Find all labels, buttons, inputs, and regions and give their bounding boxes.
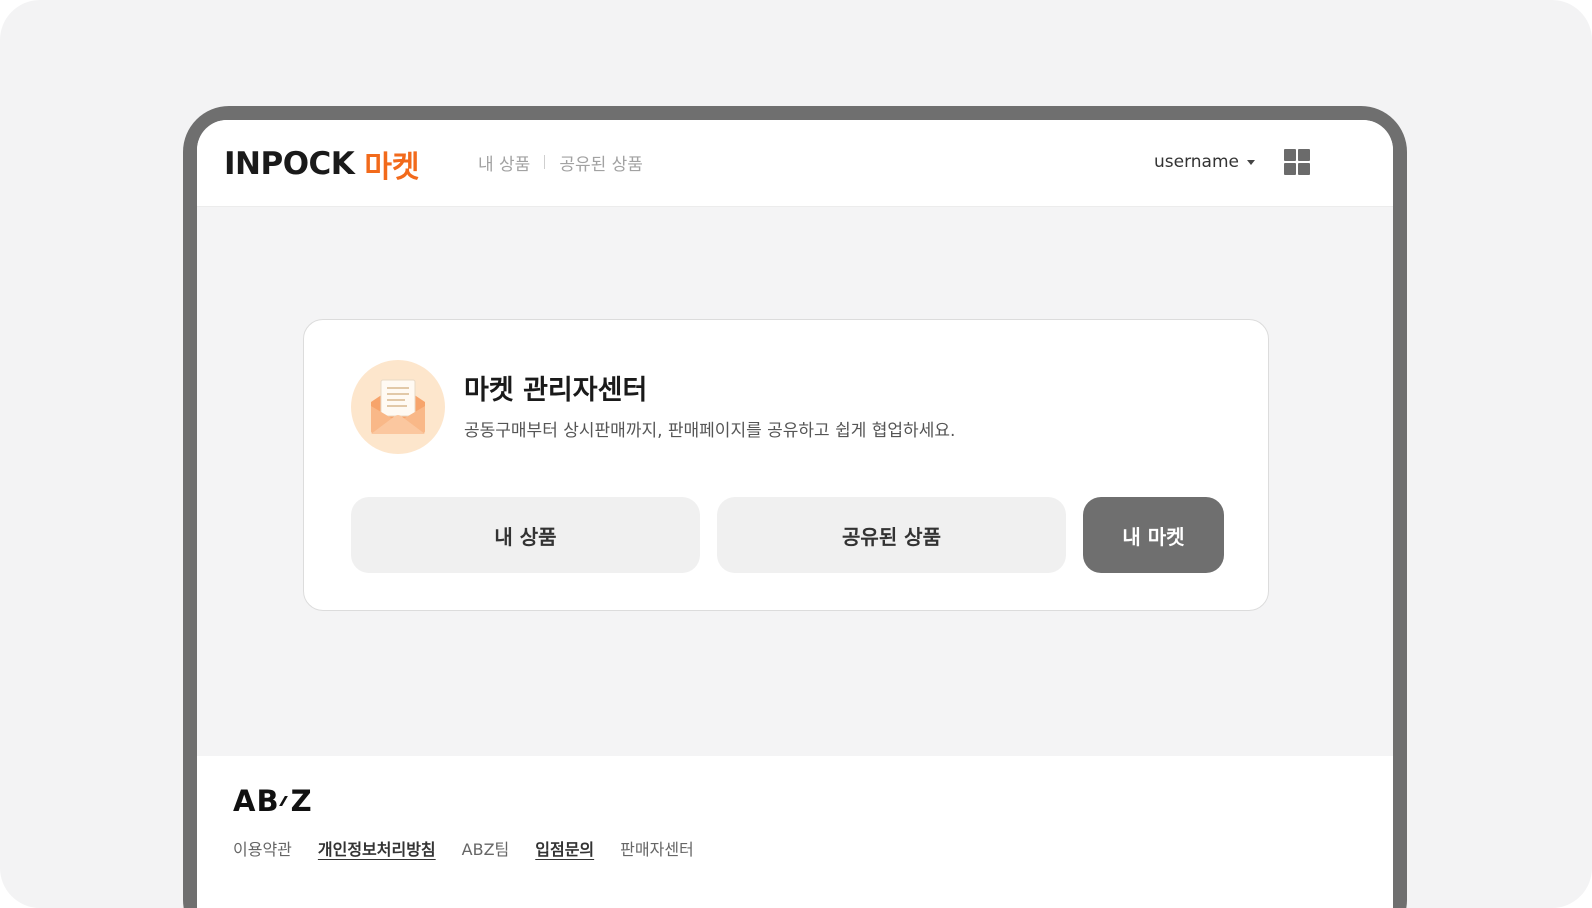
my-market-button[interactable]: 내 마켓: [1083, 497, 1224, 573]
nav-divider: [544, 155, 546, 169]
my-products-button[interactable]: 내 상품: [351, 497, 700, 573]
footer-logo-mark: [278, 796, 288, 806]
footer-link-partnership[interactable]: 입점문의: [535, 836, 594, 860]
grid-cell: [1298, 163, 1310, 175]
card-title: 마켓 관리자센터: [464, 375, 648, 406]
header-nav: 내 상품 공유된 상품: [478, 150, 643, 175]
caret-down-icon: [1247, 159, 1255, 165]
logo-accent-text: 마켓: [364, 150, 420, 185]
top-header: INPOCK 마켓 내 상품 공유된 상품 username: [197, 120, 1393, 207]
grid-cell: [1284, 163, 1296, 175]
backdrop: INPOCK 마켓 내 상품 공유된 상품 username 마켓 관리자센터 …: [0, 0, 1592, 908]
footer-logo: AB Z: [233, 784, 313, 818]
shared-products-button[interactable]: 공유된 상품: [717, 497, 1066, 573]
username-label: username: [1154, 152, 1239, 172]
page-footer: AB Z 이용약관 개인정보처리방침 ABZ팀 입점문의 판매자센터: [197, 756, 1393, 908]
footer-logo-right: Z: [290, 784, 313, 818]
card-description: 공동구매부터 상시판매까지, 판매페이지를 공유하고 쉽게 협업하세요.: [464, 421, 956, 441]
footer-link-terms[interactable]: 이용약관: [233, 836, 292, 860]
grid-cell: [1298, 149, 1310, 161]
app-screen: INPOCK 마켓 내 상품 공유된 상품 username 마켓 관리자센터 …: [197, 120, 1393, 908]
nav-shared-products[interactable]: 공유된 상품: [559, 150, 643, 175]
brand-logo[interactable]: INPOCK 마켓: [224, 144, 420, 185]
footer-logo-left: AB: [233, 784, 280, 818]
nav-my-products[interactable]: 내 상품: [478, 150, 530, 175]
footer-links: 이용약관 개인정보처리방침 ABZ팀 입점문의 판매자센터: [233, 836, 720, 860]
logo-wordmark: INPOCK: [224, 146, 355, 182]
user-menu[interactable]: username: [1154, 150, 1255, 174]
footer-link-privacy[interactable]: 개인정보처리방침: [318, 836, 436, 860]
envelope-letter-icon: [351, 360, 445, 454]
grid-cell: [1284, 149, 1296, 161]
footer-link-seller-center[interactable]: 판매자센터: [620, 836, 694, 860]
market-admin-card: 마켓 관리자센터 공동구매부터 상시판매까지, 판매페이지를 공유하고 쉽게 협…: [303, 319, 1269, 611]
footer-link-team[interactable]: ABZ팀: [462, 836, 510, 860]
grid-icon[interactable]: [1284, 149, 1310, 175]
